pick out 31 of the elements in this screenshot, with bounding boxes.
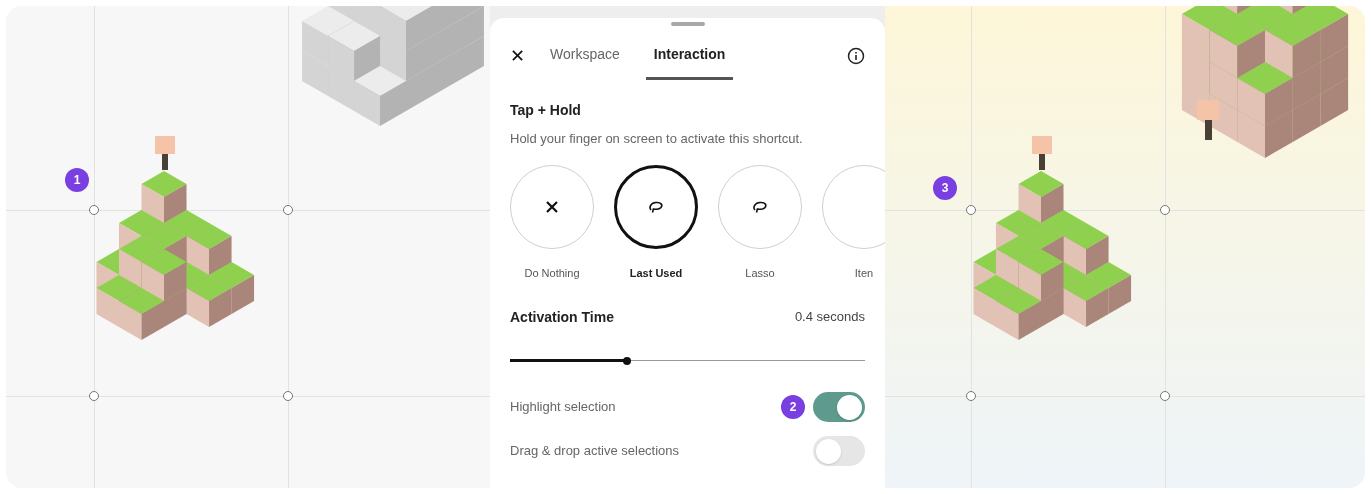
- option-label: Last Used: [629, 265, 683, 281]
- info-icon[interactable]: [847, 47, 865, 65]
- selection-handle[interactable]: [966, 391, 976, 401]
- option-label: Iten: [854, 265, 874, 281]
- toggle-label: Highlight selection: [510, 398, 616, 417]
- section-description: Hold your finger on screen to activate this shortcut.: [510, 130, 804, 148]
- toggle-switch[interactable]: [813, 436, 865, 466]
- x-icon: [546, 200, 558, 213]
- slider-thumb[interactable]: [623, 357, 632, 365]
- selection-handle[interactable]: [89, 205, 99, 215]
- setting-value: 0.4 seconds: [794, 308, 865, 326]
- option-label: Do Nothing: [524, 265, 580, 281]
- toggle-switch[interactable]: [813, 392, 865, 422]
- section-title: Tap + Hold: [510, 101, 582, 120]
- toggle-label: Drag & drop active selections: [510, 442, 680, 461]
- drag-handle[interactable]: [670, 22, 705, 26]
- selection-handle[interactable]: [89, 391, 99, 401]
- selection-handle[interactable]: [283, 391, 293, 401]
- tab[interactable]: Interaction: [645, 32, 734, 80]
- selection-handle[interactable]: [1160, 391, 1170, 401]
- step-number-badge: 3: [933, 176, 957, 200]
- selection-handle[interactable]: [966, 205, 976, 215]
- selection-handle[interactable]: [1160, 205, 1170, 215]
- selection-handle[interactable]: [283, 205, 293, 215]
- tab[interactable]: Workspace: [542, 32, 628, 80]
- setting-label: Activation Time: [510, 308, 614, 327]
- step-number-badge: 1: [65, 168, 89, 192]
- option-button[interactable]: [614, 164, 698, 249]
- option-label: Lasso: [745, 265, 775, 281]
- close-button[interactable]: ✕: [510, 42, 524, 70]
- step-number-badge: 2: [781, 395, 805, 419]
